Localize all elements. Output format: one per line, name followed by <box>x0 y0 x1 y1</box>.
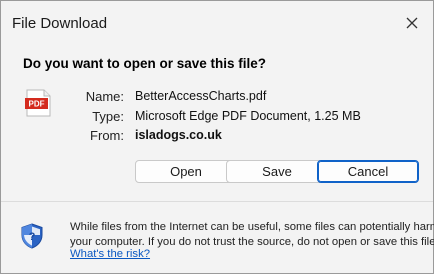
type-label: Type: <box>92 109 124 124</box>
close-icon <box>406 17 418 29</box>
warning-line-1: While files from the Internet can be use… <box>70 221 434 233</box>
security-shield-icon: ? <box>21 223 43 249</box>
dialog-title: File Download <box>12 15 108 32</box>
save-button[interactable]: Save <box>226 160 328 183</box>
name-label: Name: <box>85 89 124 104</box>
title-bar[interactable]: File Download <box>1 1 433 44</box>
open-button[interactable]: Open <box>135 160 237 183</box>
svg-text:?: ? <box>29 231 36 243</box>
cancel-button[interactable]: Cancel <box>317 160 419 183</box>
file-download-dialog: File Download Do you want to open or sav… <box>0 0 434 274</box>
close-button[interactable] <box>397 9 427 37</box>
file-type-value: Microsoft Edge PDF Document, 1.25 MB <box>135 109 361 123</box>
file-source-value: isladogs.co.uk <box>135 128 222 142</box>
from-label: From: <box>90 128 124 143</box>
pdf-icon-text: PDF <box>29 100 45 109</box>
security-warning-text: While files from the Internet can be use… <box>70 220 434 250</box>
prompt-question: Do you want to open or save this file? <box>23 56 267 71</box>
whats-the-risk-link[interactable]: What's the risk? <box>70 248 150 260</box>
file-name-value: BetterAccessCharts.pdf <box>135 89 267 103</box>
pdf-file-icon: PDF <box>25 89 51 117</box>
